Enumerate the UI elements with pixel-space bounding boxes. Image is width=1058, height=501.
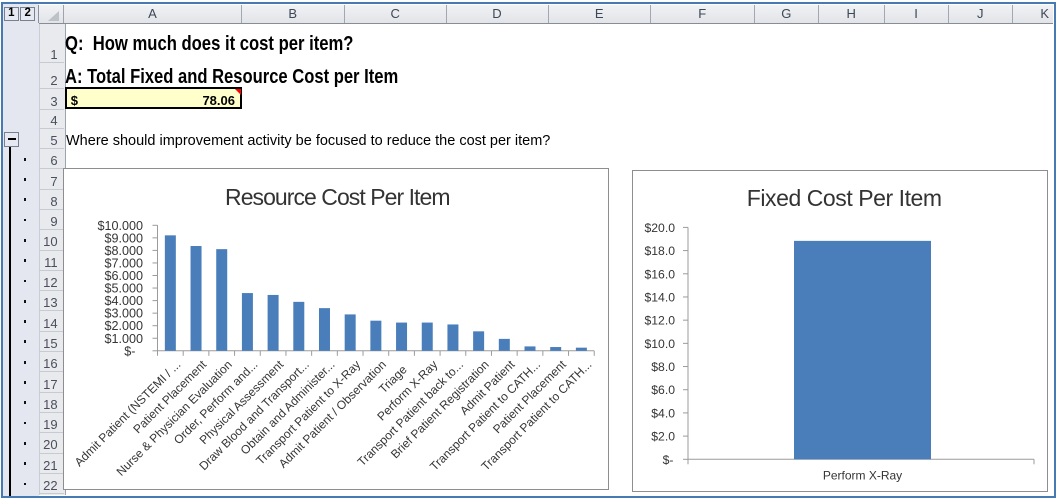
svg-text:Admit Patient (NSTEMI / ...: Admit Patient (NSTEMI / ... xyxy=(72,358,184,470)
svg-text:Perform X-Ray: Perform X-Ray xyxy=(823,468,902,482)
svg-text:$2.0: $2.0 xyxy=(651,430,675,444)
svg-text:$-: $- xyxy=(124,344,135,358)
svg-text:$3.000: $3.000 xyxy=(104,307,143,321)
svg-text:$14.0: $14.0 xyxy=(645,290,676,304)
svg-text:$8.0: $8.0 xyxy=(651,360,675,374)
svg-text:$16.0: $16.0 xyxy=(645,267,676,281)
svg-text:$7.000: $7.000 xyxy=(104,256,143,270)
svg-text:$2.000: $2.000 xyxy=(104,319,143,333)
svg-text:$9.000: $9.000 xyxy=(104,231,143,245)
svg-text:Fixed Cost Per Item: Fixed Cost Per Item xyxy=(747,185,942,211)
svg-text:$18.0: $18.0 xyxy=(645,244,676,258)
svg-text:$10.000: $10.000 xyxy=(97,219,143,233)
svg-text:$6.000: $6.000 xyxy=(104,269,143,283)
svg-text:$12.0: $12.0 xyxy=(645,314,676,328)
svg-text:$5.000: $5.000 xyxy=(104,282,143,296)
svg-text:$4.000: $4.000 xyxy=(104,294,143,308)
svg-text:$1.000: $1.000 xyxy=(104,332,143,346)
svg-text:$4.0: $4.0 xyxy=(651,406,675,420)
svg-text:Resource Cost Per Item: Resource Cost Per Item xyxy=(225,184,450,210)
svg-text:$10.0: $10.0 xyxy=(645,337,676,351)
svg-text:$6.0: $6.0 xyxy=(651,383,675,397)
svg-text:$-: $- xyxy=(663,453,674,467)
svg-text:$20.0: $20.0 xyxy=(645,221,676,235)
svg-text:$8.000: $8.000 xyxy=(104,244,143,258)
